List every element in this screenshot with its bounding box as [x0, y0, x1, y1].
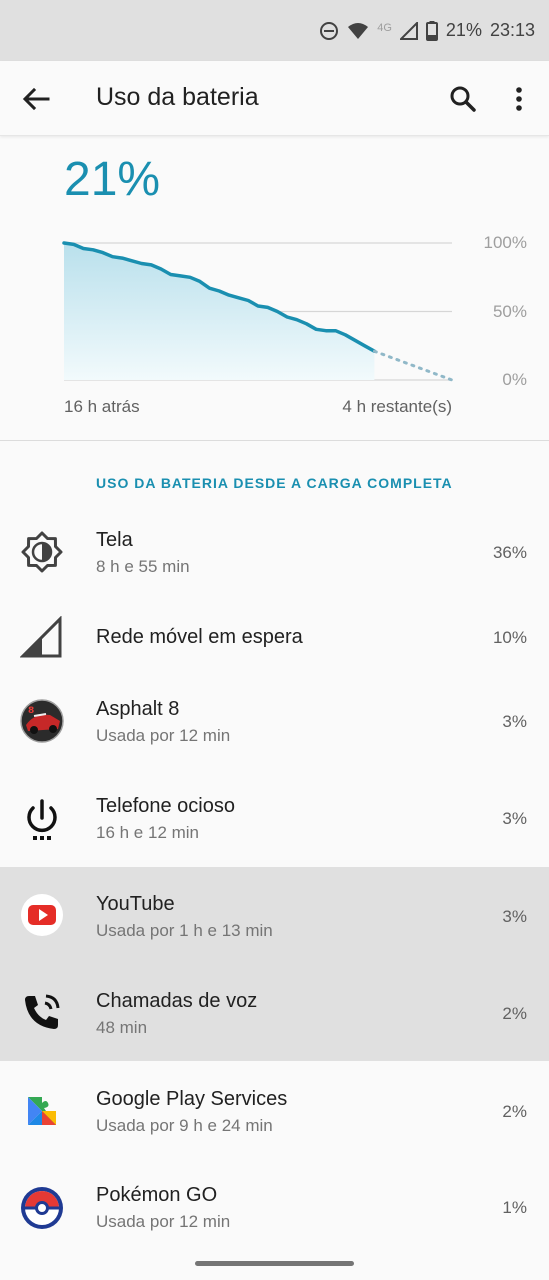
item-percent: 3% — [502, 809, 527, 828]
wifi-icon — [348, 22, 369, 39]
item-name: Chamadas de voz — [96, 990, 258, 1012]
app-bar: Uso da bateria — [0, 61, 549, 136]
item-subtitle: 8 h e 55 min — [96, 557, 190, 576]
item-subtitle: Usada por 1 h e 13 min — [96, 921, 273, 940]
y-tick-label: 50% — [492, 301, 527, 321]
list-item-chamadas-de-voz[interactable]: Chamadas de voz 48 min 2% — [0, 964, 549, 1061]
item-percent: 1% — [502, 1198, 527, 1217]
battery-level: 21% — [64, 153, 161, 206]
item-name: Google Play Services — [96, 1088, 288, 1110]
item-subtitle: Usada por 12 min — [96, 726, 231, 745]
gesture-nav-handle[interactable] — [195, 1261, 354, 1266]
item-percent: 3% — [502, 907, 527, 926]
list-item-google-play-services[interactable]: Google Play Services Usada por 9 h e 24 … — [0, 1061, 549, 1158]
y-tick-label: 100% — [483, 233, 527, 252]
battery-percent-text: 21% — [445, 20, 482, 40]
search-icon[interactable] — [447, 83, 479, 115]
list-item-pokemon-go[interactable]: Pokémon GO Usada por 12 min 1% — [0, 1158, 549, 1255]
item-name: Tela — [96, 529, 133, 551]
battery-projection-line — [372, 349, 454, 382]
item-subtitle: Usada por 12 min — [96, 1212, 231, 1231]
list-item-asphalt-8[interactable]: 8 Asphalt 8 Usada por 12 min 3% — [0, 679, 549, 772]
x-tick-label-end: 4 h restante(s) — [342, 397, 452, 416]
network-type-label: 4G — [377, 22, 392, 34]
item-percent: 10% — [492, 628, 527, 647]
section-header: USO DA BATERIA DESDE A CARGA COMPLETA — [96, 475, 453, 491]
dnd-icon — [320, 21, 339, 40]
cell-signal-icon — [20, 616, 62, 658]
page-title: Uso da bateria — [96, 83, 259, 111]
list-item-rede-movel[interactable]: Rede móvel em espera 10% — [0, 596, 549, 679]
phone-call-icon — [25, 994, 60, 1029]
list-item-tela[interactable]: Tela 8 h e 55 min 36% — [0, 508, 549, 596]
item-name: Rede móvel em espera — [96, 626, 303, 648]
item-percent: 2% — [502, 1004, 527, 1023]
item-subtitle: Usada por 9 h e 24 min — [96, 1116, 273, 1135]
more-vert-icon[interactable] — [506, 83, 532, 115]
item-subtitle: 48 min — [96, 1018, 148, 1037]
pokeball-icon — [21, 1187, 63, 1229]
status-bar: 4G 21% 23:13 — [0, 0, 549, 61]
signal-icon — [399, 21, 418, 40]
power-standby-icon — [27, 799, 57, 840]
asphalt8-app-icon: 8 — [20, 699, 64, 743]
list-item-youtube[interactable]: YouTube Usada por 1 h e 13 min 3% — [0, 867, 549, 964]
back-arrow-icon[interactable] — [20, 83, 52, 115]
play-services-icon — [28, 1097, 56, 1125]
y-tick-label: 0% — [502, 370, 527, 389]
item-name: YouTube — [96, 893, 175, 915]
item-percent: 36% — [492, 543, 527, 562]
brightness-icon — [21, 531, 63, 573]
youtube-app-icon — [21, 894, 63, 936]
svg-text:8: 8 — [28, 706, 34, 716]
item-name: Asphalt 8 — [96, 698, 180, 720]
item-name: Telefone ocioso — [96, 795, 235, 817]
list-item-telefone-ocioso[interactable]: Telefone ocioso 16 h e 12 min 3% — [0, 772, 549, 867]
battery-icon — [425, 20, 438, 41]
clock-text: 23:13 — [489, 20, 535, 40]
item-percent: 3% — [502, 712, 527, 731]
x-tick-label-start: 16 h atrás — [64, 397, 140, 416]
divider — [0, 440, 549, 441]
item-subtitle: 16 h e 12 min — [96, 823, 200, 842]
item-name: Pokémon GO — [96, 1184, 218, 1206]
item-percent: 2% — [502, 1102, 527, 1121]
